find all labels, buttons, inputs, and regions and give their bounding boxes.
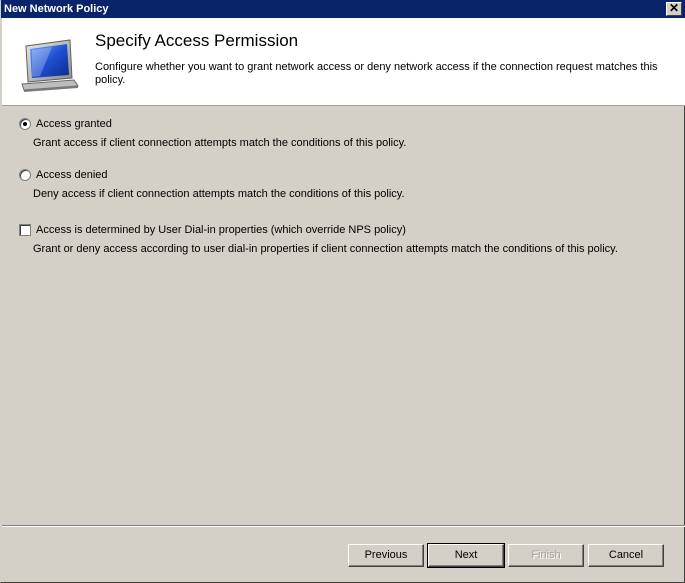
option-access-granted[interactable]: Access granted Grant access if client co… xyxy=(19,118,406,149)
access-denied-radio[interactable] xyxy=(19,169,31,181)
page-title: Specify Access Permission xyxy=(95,31,299,50)
finish-button[interactable]: Finish xyxy=(508,544,584,567)
option-dialin-properties[interactable]: Access is determined by User Dial-in pro… xyxy=(19,224,618,255)
footer-divider xyxy=(2,525,685,527)
access-granted-label[interactable]: Access granted xyxy=(36,118,112,130)
computer-monitor-icon xyxy=(18,38,82,94)
access-denied-description: Deny access if client connection attempt… xyxy=(33,188,405,200)
access-granted-radio[interactable] xyxy=(19,118,31,130)
cancel-button[interactable]: Cancel xyxy=(588,544,664,567)
close-button[interactable]: ✕ xyxy=(666,2,682,16)
dialog-window: New Network Policy ✕ Specify Access Perm… xyxy=(0,0,685,583)
dialin-properties-label[interactable]: Access is determined by User Dial-in pro… xyxy=(36,224,406,236)
page-description: Configure whether you want to grant netw… xyxy=(95,61,658,86)
window-title: New Network Policy xyxy=(4,3,109,15)
wizard-header: Specify Access Permission Configure whet… xyxy=(2,18,685,106)
option-access-denied[interactable]: Access denied Deny access if client conn… xyxy=(19,169,405,200)
dialin-properties-checkbox[interactable] xyxy=(19,224,31,236)
access-denied-label[interactable]: Access denied xyxy=(36,169,108,181)
dialin-properties-description: Grant or deny access according to user d… xyxy=(33,243,618,255)
access-granted-description: Grant access if client connection attemp… xyxy=(33,137,407,149)
title-bar: New Network Policy ✕ xyxy=(1,0,685,18)
next-button[interactable]: Next xyxy=(427,543,505,568)
close-icon: ✕ xyxy=(668,1,680,15)
previous-button[interactable]: Previous xyxy=(348,544,424,567)
